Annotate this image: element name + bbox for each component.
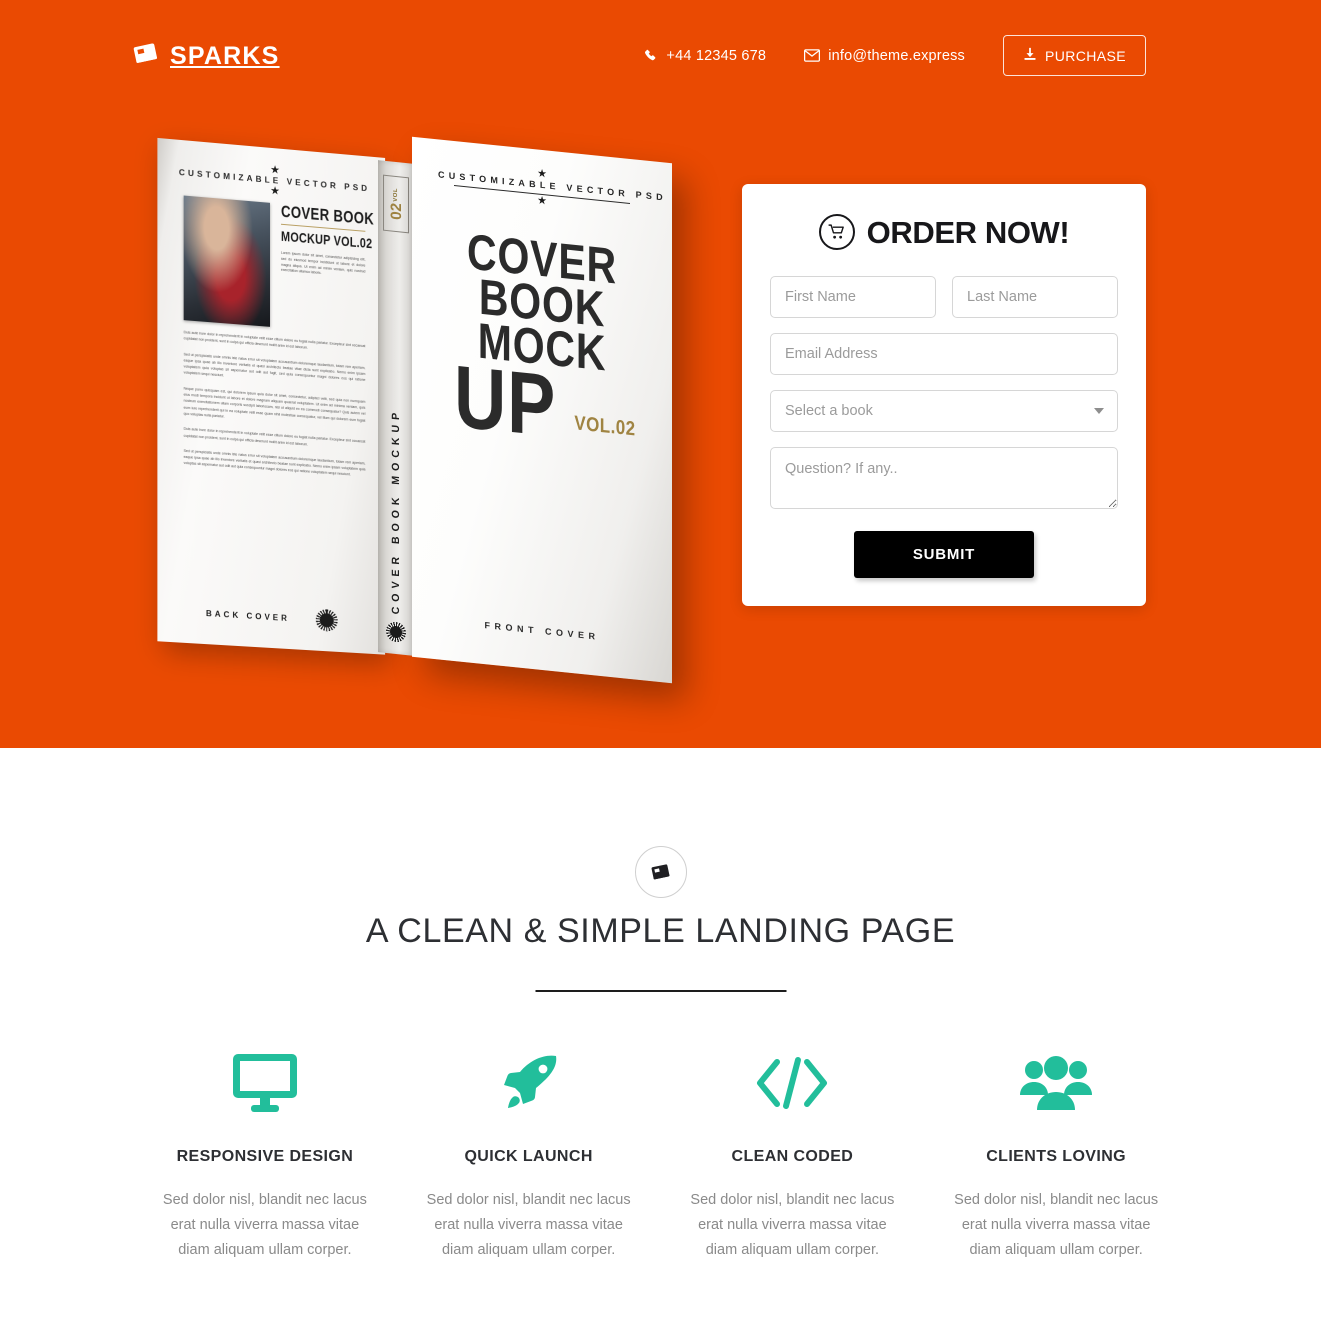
back-cover-paragraph: Sed ut perspiciatis unde omnis iste natu… (183, 351, 366, 383)
feature-card: QUICK LAUNCH Sed dolor nisl, blandit nec… (397, 1044, 661, 1263)
back-cover-paragraph: Duis aute irure dolor in reprehenderit i… (183, 330, 366, 351)
order-form-title: ORDER NOW! (866, 214, 1070, 250)
site-logo[interactable]: SPARKS (133, 42, 280, 71)
book-front-cover: ★ CUSTOMIZABLE VECTOR PSD ★ COVER BOOK M… (412, 136, 672, 684)
envelope-icon (804, 49, 821, 62)
top-header-bar: SPARKS +44 12345 678 info@theme.express … (0, 0, 1321, 110)
features-section: A CLEAN & SIMPLE LANDING PAGE RESPONSIVE… (0, 748, 1321, 1321)
features-grid: RESPONSIVE DESIGN Sed dolor nisl, blandi… (133, 1044, 1188, 1263)
star-icon: ★ (270, 184, 280, 198)
seal-icon (315, 608, 338, 632)
back-cover-top-banner: ★ CUSTOMIZABLE VECTOR PSD ★ (179, 163, 370, 198)
feature-card: CLIENTS LOVING Sed dolor nisl, blandit n… (924, 1044, 1188, 1263)
feature-card: RESPONSIVE DESIGN Sed dolor nisl, blandi… (133, 1044, 397, 1263)
logo-text: SPARKS (170, 42, 280, 70)
first-name-input[interactable] (770, 276, 936, 318)
feature-description: Sed dolor nisl, blandit nec lacus erat n… (426, 1192, 631, 1258)
order-form-header: ORDER NOW! (770, 214, 1118, 250)
shopping-cart-icon (818, 214, 855, 250)
back-cover-subtitle: MOCKUP VOL.02 (280, 227, 373, 252)
front-cover-bottom-label: FRONT COVER (484, 620, 600, 642)
email-input[interactable] (770, 333, 1118, 375)
feature-title: QUICK LAUNCH (464, 1148, 593, 1165)
feature-title: CLEAN CODED (731, 1148, 854, 1165)
book-mockup-image: ★ CUSTOMIZABLE VECTOR PSD ★ COVER BOOK M… (150, 136, 710, 684)
feature-title: RESPONSIVE DESIGN (176, 1148, 354, 1165)
rocket-icon (413, 1044, 645, 1122)
purchase-button[interactable]: PURCHASE (1003, 35, 1146, 76)
star-icon: ★ (270, 163, 280, 177)
book-back-cover: ★ CUSTOMIZABLE VECTOR PSD ★ COVER BOOK M… (157, 137, 386, 655)
book-select-wrapper[interactable]: Select a book (770, 390, 1118, 432)
back-cover-portrait-photo (183, 195, 271, 327)
feature-description: Sed dolor nisl, blandit nec lacus erat n… (954, 1192, 1159, 1258)
front-cover-volume: VOL.02 (574, 411, 636, 441)
feature-card: CLEAN CODED Sed dolor nisl, blandit nec … (661, 1044, 925, 1263)
back-cover-title: COVER BOOK (280, 201, 374, 229)
submit-button[interactable]: SUBMIT (854, 531, 1034, 578)
code-brackets-icon (677, 1044, 909, 1122)
section-book-icon (634, 846, 687, 898)
back-cover-paragraph: Neque porro quisquam est, qui dolorem ip… (183, 386, 366, 423)
back-cover-paragraph: Duis aute irure dolor in reprehenderit i… (183, 426, 366, 447)
feature-description: Sed dolor nisl, blandit nec lacus erat n… (162, 1192, 367, 1258)
download-icon (1023, 47, 1037, 64)
front-cover-title-line: UP (454, 346, 556, 456)
hero-section: SPARKS +44 12345 678 info@theme.express … (0, 0, 1321, 748)
feature-description: Sed dolor nisl, blandit nec lacus erat n… (690, 1192, 895, 1258)
feature-title: CLIENTS LOVING (986, 1148, 1127, 1165)
section-divider (535, 990, 786, 992)
front-cover-top-banner: ★ CUSTOMIZABLE VECTOR PSD ★ (438, 167, 667, 208)
back-cover-intro-text: Lorem ipsum dolor sit amet, consectetur … (280, 250, 366, 276)
spine-vol-label: VOL (393, 187, 399, 203)
back-cover-bottom-label: BACK COVER (205, 608, 290, 623)
book-icon (133, 42, 159, 71)
star-icon: ★ (537, 194, 547, 208)
book-select[interactable]: Select a book (770, 390, 1118, 432)
email-address: info@theme.express (828, 47, 965, 64)
purchase-label: PURCHASE (1045, 47, 1126, 64)
phone-link[interactable]: +44 12345 678 (644, 48, 766, 64)
order-form-card: ORDER NOW! Select a book SUBMIT (742, 184, 1146, 606)
phone-icon (644, 49, 658, 63)
email-link[interactable]: info@theme.express (804, 48, 965, 64)
spine-title: COVER BOOK MOCKUP (390, 407, 402, 615)
question-textarea[interactable] (770, 447, 1118, 509)
back-cover-paragraph: Sed ut perspiciatis unde omnis iste natu… (183, 448, 366, 477)
phone-number: +44 12345 678 (666, 47, 767, 64)
users-group-icon (940, 1044, 1172, 1122)
last-name-input[interactable] (952, 276, 1118, 318)
section-title: A CLEAN & SIMPLE LANDING PAGE (365, 912, 956, 950)
spine-volume-box: VOL 02 (383, 174, 409, 234)
book-spine: VOL 02 COVER BOOK MOCKUP (378, 160, 414, 656)
header-contact-nav: +44 12345 678 info@theme.express PURCHAS… (644, 35, 1146, 76)
star-icon: ★ (537, 167, 547, 181)
spine-vol-number: 02 (387, 202, 405, 221)
desktop-monitor-icon (149, 1044, 381, 1122)
seal-icon (386, 620, 406, 644)
